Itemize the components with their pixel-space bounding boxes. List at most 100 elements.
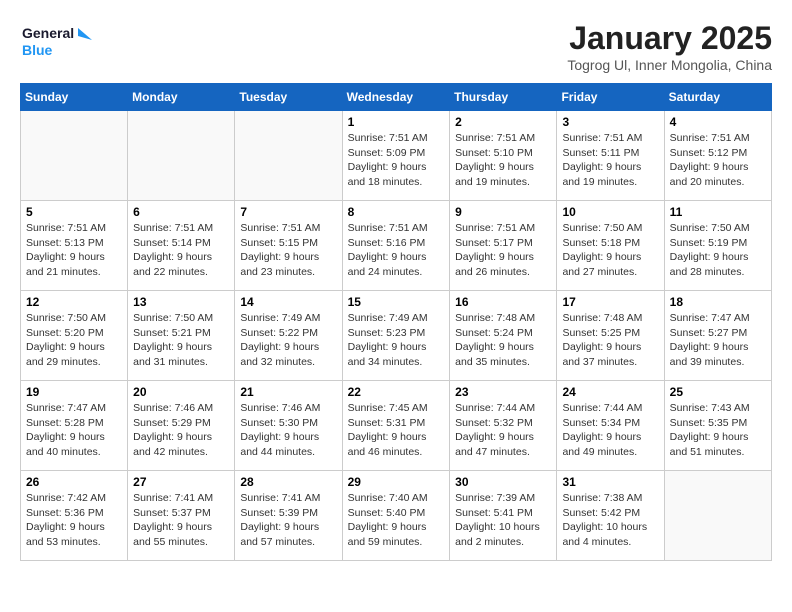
day-info: Sunrise: 7:47 AM Sunset: 5:28 PM Dayligh… [26,401,122,460]
weekday-header-thursday: Thursday [450,84,557,111]
logo-icon: GeneralBlue [20,20,100,65]
day-info: Sunrise: 7:51 AM Sunset: 5:11 PM Dayligh… [562,131,658,190]
day-number: 2 [455,115,551,129]
calendar-cell: 23 Sunrise: 7:44 AM Sunset: 5:32 PM Dayli… [450,381,557,471]
weekday-header-sunday: Sunday [21,84,128,111]
day-number: 1 [348,115,445,129]
calendar-cell: 3 Sunrise: 7:51 AM Sunset: 5:11 PM Daylig… [557,111,664,201]
day-number: 17 [562,295,658,309]
calendar-cell [21,111,128,201]
day-number: 10 [562,205,658,219]
day-info: Sunrise: 7:47 AM Sunset: 5:27 PM Dayligh… [670,311,766,370]
day-info: Sunrise: 7:51 AM Sunset: 5:10 PM Dayligh… [455,131,551,190]
day-info: Sunrise: 7:49 AM Sunset: 5:23 PM Dayligh… [348,311,445,370]
day-info: Sunrise: 7:51 AM Sunset: 5:15 PM Dayligh… [240,221,336,280]
calendar-cell: 26Sunrise: 7:42 AM Sunset: 5:36 PM Dayli… [21,471,128,561]
day-number: 28 [240,475,336,489]
day-number: 3 [562,115,658,129]
day-info: Sunrise: 7:46 AM Sunset: 5:30 PM Dayligh… [240,401,336,460]
day-info: Sunrise: 7:46 AM Sunset: 5:29 PM Dayligh… [133,401,229,460]
week-row-3: 12Sunrise: 7:50 AM Sunset: 5:20 PM Dayli… [21,291,772,381]
day-number: 20 [133,385,229,399]
day-number: 11 [670,205,766,219]
day-number: 23 [455,385,551,399]
day-info: Sunrise: 7:51 AM Sunset: 5:12 PM Dayligh… [670,131,766,190]
logo: GeneralBlue [20,20,100,65]
day-info: Sunrise: 7:50 AM Sunset: 5:19 PM Dayligh… [670,221,766,280]
calendar-cell: 1 Sunrise: 7:51 AM Sunset: 5:09 PM Daylig… [342,111,450,201]
calendar-cell: 20 Sunrise: 7:46 AM Sunset: 5:29 PM Dayli… [128,381,235,471]
day-number: 22 [348,385,445,399]
day-info: Sunrise: 7:48 AM Sunset: 5:25 PM Dayligh… [562,311,658,370]
calendar-cell: 19Sunrise: 7:47 AM Sunset: 5:28 PM Dayli… [21,381,128,471]
calendar-cell: 15 Sunrise: 7:49 AM Sunset: 5:23 PM Dayli… [342,291,450,381]
day-number: 21 [240,385,336,399]
calendar: SundayMondayTuesdayWednesdayThursdayFrid… [20,83,772,561]
weekday-header-tuesday: Tuesday [235,84,342,111]
day-number: 27 [133,475,229,489]
calendar-cell: 21 Sunrise: 7:46 AM Sunset: 5:30 PM Dayli… [235,381,342,471]
day-number: 16 [455,295,551,309]
day-info: Sunrise: 7:50 AM Sunset: 5:21 PM Dayligh… [133,311,229,370]
calendar-cell: 10Sunrise: 7:50 AM Sunset: 5:18 PM Dayli… [557,201,664,291]
day-info: Sunrise: 7:44 AM Sunset: 5:32 PM Dayligh… [455,401,551,460]
calendar-cell: 11 Sunrise: 7:50 AM Sunset: 5:19 PM Dayli… [664,201,771,291]
calendar-cell: 4Sunrise: 7:51 AM Sunset: 5:12 PM Daylig… [664,111,771,201]
calendar-cell: 9 Sunrise: 7:51 AM Sunset: 5:17 PM Daylig… [450,201,557,291]
day-number: 9 [455,205,551,219]
calendar-cell: 6 Sunrise: 7:51 AM Sunset: 5:14 PM Daylig… [128,201,235,291]
day-info: Sunrise: 7:40 AM Sunset: 5:40 PM Dayligh… [348,491,445,550]
calendar-cell: 12Sunrise: 7:50 AM Sunset: 5:20 PM Dayli… [21,291,128,381]
calendar-cell: 18 Sunrise: 7:47 AM Sunset: 5:27 PM Dayli… [664,291,771,381]
day-info: Sunrise: 7:39 AM Sunset: 5:41 PM Dayligh… [455,491,551,550]
calendar-cell [664,471,771,561]
weekday-header-row: SundayMondayTuesdayWednesdayThursdayFrid… [21,84,772,111]
day-number: 6 [133,205,229,219]
weekday-header-wednesday: Wednesday [342,84,450,111]
day-number: 30 [455,475,551,489]
calendar-cell: 7 Sunrise: 7:51 AM Sunset: 5:15 PM Daylig… [235,201,342,291]
week-row-4: 19Sunrise: 7:47 AM Sunset: 5:28 PM Dayli… [21,381,772,471]
day-info: Sunrise: 7:50 AM Sunset: 5:20 PM Dayligh… [26,311,122,370]
week-row-5: 26Sunrise: 7:42 AM Sunset: 5:36 PM Dayli… [21,471,772,561]
page-header: GeneralBlue January 2025 Togrog Ul, Inne… [20,20,772,73]
svg-text:Blue: Blue [22,42,53,58]
day-info: Sunrise: 7:51 AM Sunset: 5:14 PM Dayligh… [133,221,229,280]
day-info: Sunrise: 7:38 AM Sunset: 5:42 PM Dayligh… [562,491,658,550]
day-info: Sunrise: 7:41 AM Sunset: 5:39 PM Dayligh… [240,491,336,550]
day-info: Sunrise: 7:51 AM Sunset: 5:13 PM Dayligh… [26,221,122,280]
calendar-cell: 25 Sunrise: 7:43 AM Sunset: 5:35 PM Dayli… [664,381,771,471]
day-number: 7 [240,205,336,219]
calendar-cell: 2 Sunrise: 7:51 AM Sunset: 5:10 PM Daylig… [450,111,557,201]
calendar-cell: 24Sunrise: 7:44 AM Sunset: 5:34 PM Dayli… [557,381,664,471]
weekday-header-friday: Friday [557,84,664,111]
location: Togrog Ul, Inner Mongolia, China [567,57,772,73]
day-info: Sunrise: 7:51 AM Sunset: 5:16 PM Dayligh… [348,221,445,280]
calendar-cell [128,111,235,201]
calendar-cell: 8 Sunrise: 7:51 AM Sunset: 5:16 PM Daylig… [342,201,450,291]
week-row-2: 5 Sunrise: 7:51 AM Sunset: 5:13 PM Daylig… [21,201,772,291]
day-info: Sunrise: 7:51 AM Sunset: 5:09 PM Dayligh… [348,131,445,190]
day-number: 15 [348,295,445,309]
calendar-cell: 17 Sunrise: 7:48 AM Sunset: 5:25 PM Dayli… [557,291,664,381]
calendar-cell: 30 Sunrise: 7:39 AM Sunset: 5:41 PM Dayli… [450,471,557,561]
day-number: 8 [348,205,445,219]
svg-text:General: General [22,25,74,41]
day-number: 25 [670,385,766,399]
day-number: 24 [562,385,658,399]
day-info: Sunrise: 7:45 AM Sunset: 5:31 PM Dayligh… [348,401,445,460]
calendar-cell: 28 Sunrise: 7:41 AM Sunset: 5:39 PM Dayli… [235,471,342,561]
day-number: 5 [26,205,122,219]
calendar-cell: 14Sunrise: 7:49 AM Sunset: 5:22 PM Dayli… [235,291,342,381]
calendar-cell [235,111,342,201]
calendar-cell: 5 Sunrise: 7:51 AM Sunset: 5:13 PM Daylig… [21,201,128,291]
day-info: Sunrise: 7:43 AM Sunset: 5:35 PM Dayligh… [670,401,766,460]
calendar-cell: 13Sunrise: 7:50 AM Sunset: 5:21 PM Dayli… [128,291,235,381]
weekday-header-saturday: Saturday [664,84,771,111]
day-info: Sunrise: 7:51 AM Sunset: 5:17 PM Dayligh… [455,221,551,280]
day-info: Sunrise: 7:41 AM Sunset: 5:37 PM Dayligh… [133,491,229,550]
month-title: January 2025 [567,20,772,57]
day-number: 18 [670,295,766,309]
day-number: 26 [26,475,122,489]
day-number: 31 [562,475,658,489]
